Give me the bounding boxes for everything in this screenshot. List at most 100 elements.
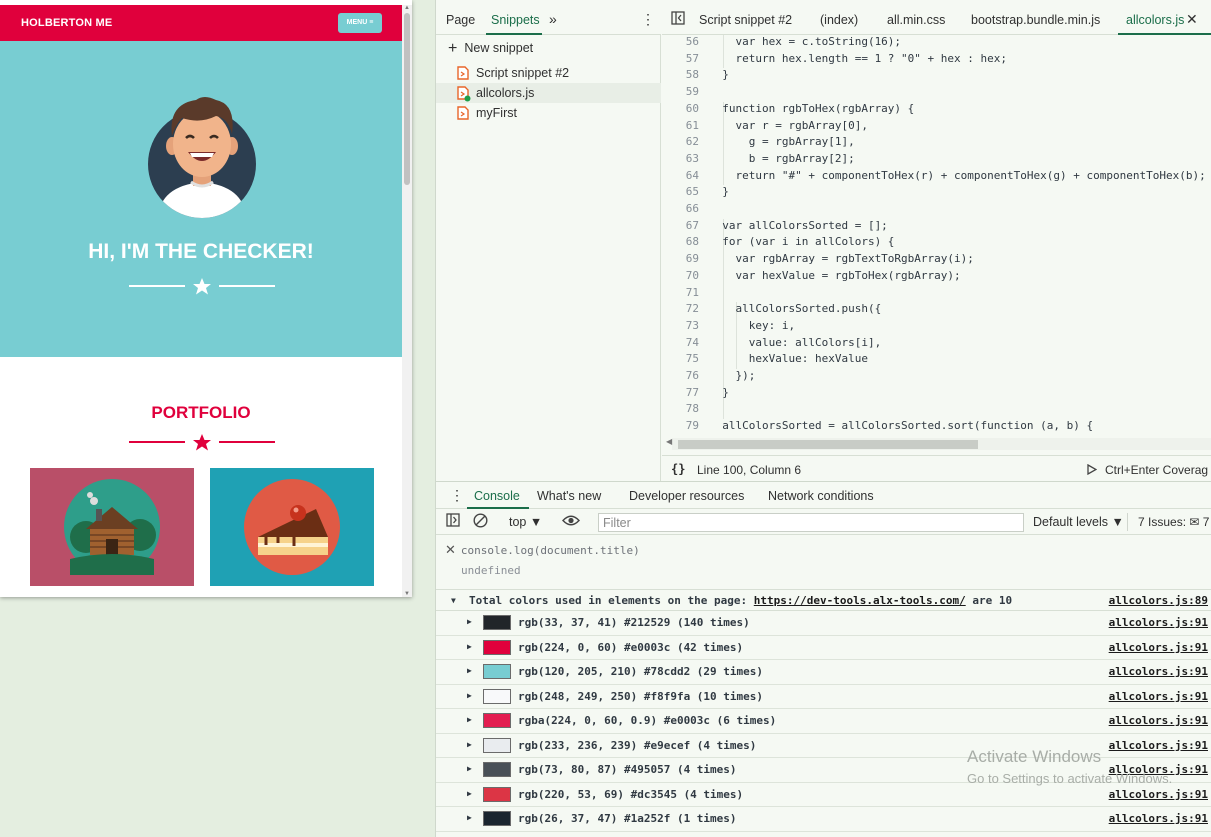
console-row[interactable]: ▶ rgb(224, 0, 60) #e0003c (42 times) allco… [436,636,1211,660]
editor-tab[interactable]: (index) [820,13,858,27]
line-number[interactable]: 78 [662,401,699,418]
source-link[interactable]: allcolors.js:91 [1109,641,1208,654]
console-row[interactable]: ▶ rgb(26, 37, 47) #1a252f (1 times) allcol… [436,807,1211,832]
expand-triangle-icon[interactable]: ▶ [467,617,472,626]
code-text: function rgbToHex(rgbArray) { [709,101,915,115]
portfolio-item-cabin[interactable] [30,468,194,586]
preview-scroll-thumb[interactable] [404,13,410,185]
line-number[interactable]: 66 [662,201,699,218]
source-link[interactable]: allcolors.js:91 [1109,714,1208,727]
line-number[interactable]: 71 [662,285,699,302]
site-brand[interactable]: HOLBERTON ME [21,17,112,29]
tab-whats-new[interactable]: What's new [537,489,601,503]
source-link[interactable]: allcolors.js:91 [1109,812,1208,825]
clear-console-icon[interactable] [473,513,488,531]
editor-tab[interactable]: bootstrap.bundle.min.js [971,13,1100,27]
kebab-menu-icon[interactable]: ⋮ [641,11,655,28]
color-swatch [483,664,511,679]
filter-input[interactable]: Filter [598,513,1024,532]
expand-triangle-icon[interactable]: ▶ [467,789,472,798]
console-row[interactable]: ▶ rgb(248, 249, 250) #f8f9fa (10 times) al… [436,685,1211,709]
line-number[interactable]: 77 [662,385,699,402]
source-link[interactable]: allcolors.js:91 [1109,665,1208,678]
issues-counter[interactable]: 7 Issues: ✉ 7 [1138,515,1209,529]
snippet-item[interactable]: allcolors.js [436,83,661,103]
line-number[interactable]: 67 [662,218,699,235]
scroll-down-icon[interactable]: ▼ [404,591,410,597]
line-number[interactable]: 58 [662,67,699,84]
console-row[interactable]: ▶ rgb(33, 37, 41) #212529 (140 times) allc… [436,611,1211,636]
line-number[interactable]: 62 [662,134,699,151]
line-number[interactable]: 59 [662,84,699,101]
more-tabs-icon[interactable]: » [549,11,557,27]
editor-tab[interactable]: Script snippet #2 [699,13,792,27]
line-number[interactable]: 65 [662,184,699,201]
close-icon[interactable]: ✕ [1186,11,1198,28]
menu-button[interactable]: MENU ≡ [338,13,382,33]
console-row[interactable]: ▶ rgba(224, 0, 60, 0.9) #e0003c (6 times)… [436,709,1211,734]
line-number[interactable]: 57 [662,51,699,68]
expand-triangle-icon[interactable]: ▶ [467,715,472,724]
new-snippet-button[interactable]: + New snippet [448,40,533,58]
line-number[interactable]: 72 [662,301,699,318]
expand-triangle-icon[interactable]: ▶ [467,666,472,675]
line-number[interactable]: 69 [662,251,699,268]
tab-developer-resources[interactable]: Developer resources [629,489,744,503]
expand-triangle-icon[interactable]: ▶ [467,740,472,749]
source-link[interactable]: allcolors.js:91 [1109,616,1208,629]
pretty-print-icon[interactable]: {} [671,462,685,476]
source-link[interactable]: allcolors.js:91 [1109,788,1208,801]
tab-snippets[interactable]: Snippets [491,13,540,27]
cursor-position: Line 100, Column 6 [697,463,802,477]
tab-console[interactable]: Console [474,489,520,503]
expand-triangle-icon[interactable]: ▶ [467,642,472,651]
page-url-link[interactable]: https://dev-tools.alx-tools.com/ [754,594,966,607]
code-editor[interactable]: 56 var hex = c.toString(16); 57 return he… [662,34,1211,438]
page-preview: HOLBERTON ME MENU ≡ HI, I'M THE CHECKER! [0,0,412,597]
context-select[interactable]: top ▼ [509,515,542,529]
line-number[interactable]: 73 [662,318,699,335]
source-link[interactable]: allcolors.js:89 [1109,594,1208,607]
console-group-header[interactable]: ▼ Total colors used in elements on the p… [436,589,1211,611]
line-number[interactable]: 79 [662,418,699,435]
snippet-item[interactable]: Script snippet #2 [436,63,661,83]
expand-triangle-icon[interactable]: ▶ [467,813,472,822]
console-row[interactable]: ▶ rgb(120, 205, 210) #78cdd2 (29 times) al… [436,660,1211,685]
line-number[interactable]: 63 [662,151,699,168]
portfolio-item-cake[interactable] [210,468,374,586]
line-number[interactable]: 75 [662,351,699,368]
code-text: } [709,185,729,199]
run-snippet-button[interactable]: Ctrl+Enter Coverag [1087,463,1208,477]
scroll-left-icon[interactable]: ◀ [666,437,672,446]
expand-triangle-icon[interactable]: ▶ [467,691,472,700]
line-number[interactable]: 64 [662,168,699,185]
kebab-menu-icon[interactable]: ⋮ [450,487,464,504]
line-number[interactable]: 56 [662,34,699,51]
source-link[interactable]: allcolors.js:91 [1109,739,1208,752]
expanded-triangle-icon[interactable]: ▼ [451,596,456,605]
console-row[interactable]: ▶ rgb(220, 53, 69) #dc3545 (4 times) allco… [436,783,1211,807]
editor-tab[interactable]: all.min.css [887,13,945,27]
line-number[interactable]: 74 [662,335,699,352]
code-line: 60 function rgbToHex(rgbArray) { [662,101,1211,118]
source-link[interactable]: allcolors.js:91 [1109,690,1208,703]
snippet-item[interactable]: myFirst [436,103,661,123]
tab-page[interactable]: Page [446,13,475,27]
tab-network-conditions[interactable]: Network conditions [768,489,874,503]
line-number[interactable]: 68 [662,234,699,251]
toggle-navigator-icon[interactable] [671,11,685,28]
log-levels-dropdown[interactable]: Default levels ▼ [1033,515,1124,529]
editor-tab-active[interactable]: allcolors.js [1126,13,1184,27]
preview-scrollbar[interactable]: ▲ ▼ [402,5,412,597]
line-number[interactable]: 76 [662,368,699,385]
code-line: 72 allColorsSorted.push({ [662,301,1211,318]
editor-horizontal-scrollbar[interactable]: ◀ [666,437,1211,450]
line-number[interactable]: 60 [662,101,699,118]
live-expression-eye-icon[interactable] [562,514,580,530]
line-number[interactable]: 70 [662,268,699,285]
editor-scroll-thumb[interactable] [678,440,978,449]
scroll-up-icon[interactable]: ▲ [404,5,410,11]
line-number[interactable]: 61 [662,118,699,135]
expand-triangle-icon[interactable]: ▶ [467,764,472,773]
console-sidebar-icon[interactable] [446,513,460,530]
